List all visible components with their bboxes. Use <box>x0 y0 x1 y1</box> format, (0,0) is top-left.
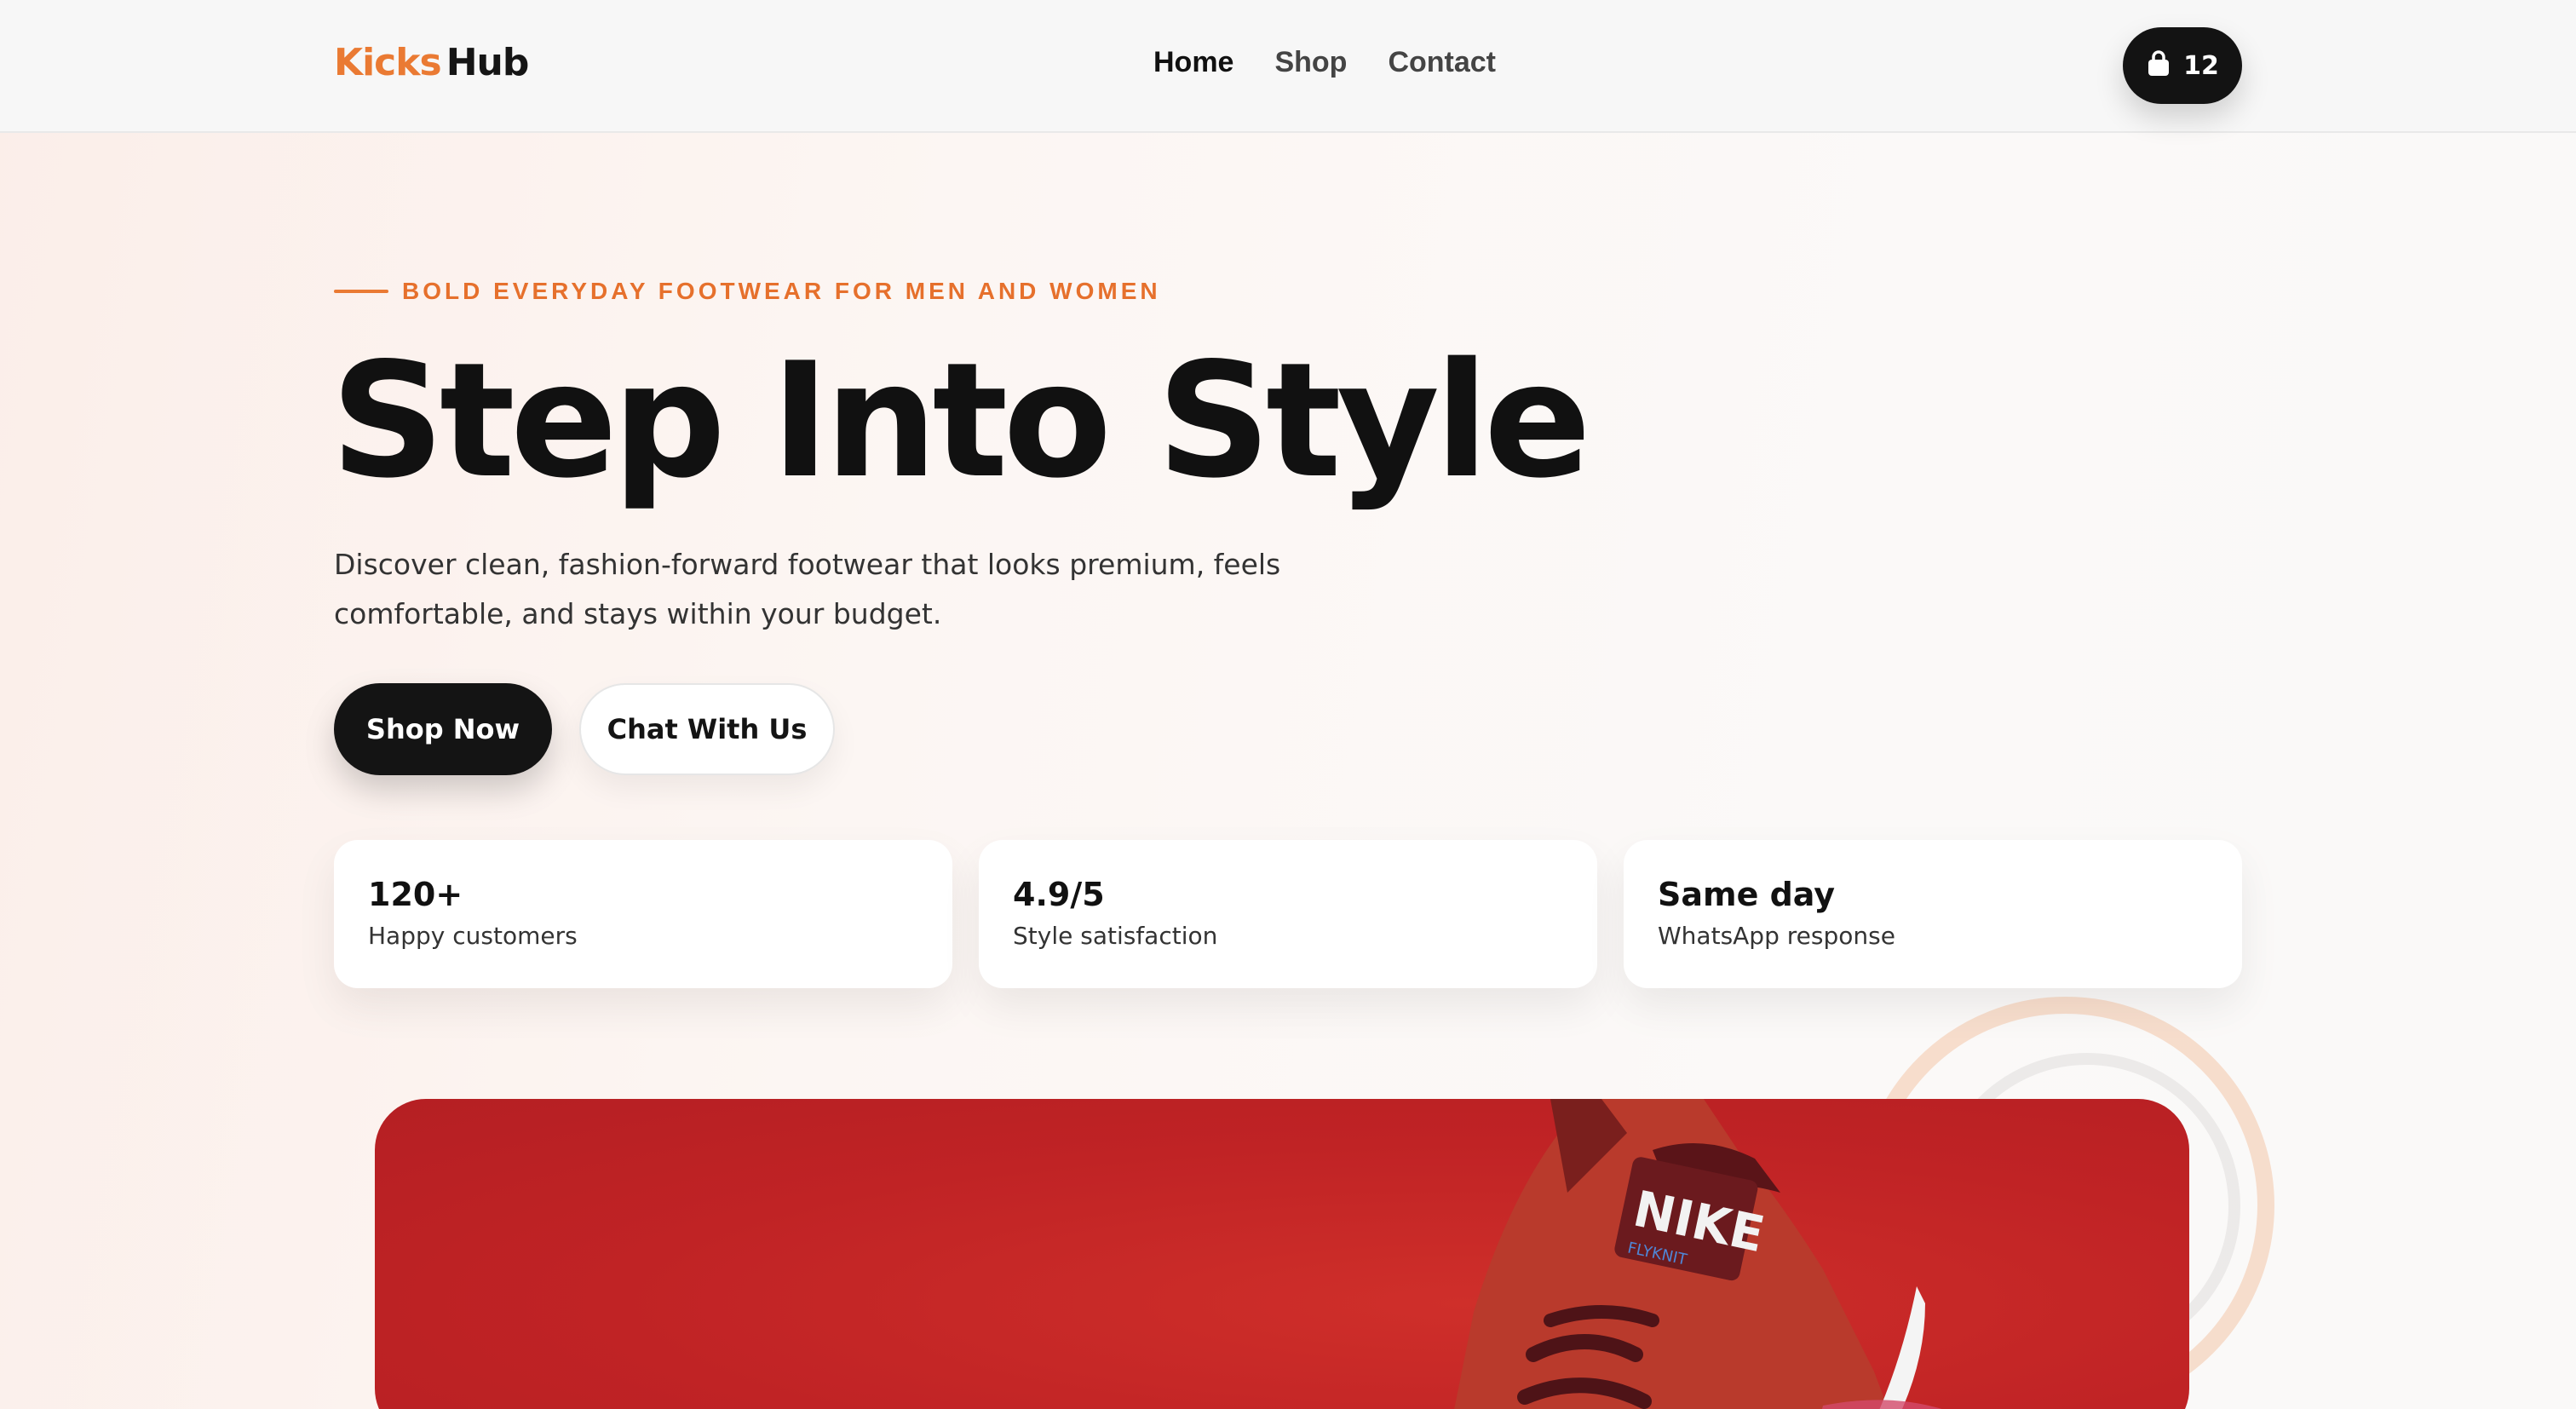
hero-description: Discover clean, fashion-forward footwear… <box>334 548 1281 630</box>
brand-logo[interactable]: Kicks Hub <box>334 41 530 84</box>
site-header: Kicks Hub Home Shop Contact 12 <box>0 0 2576 133</box>
hero-eyebrow: BOLD EVERYDAY FOOTWEAR FOR MEN AND WOMEN <box>334 278 1161 305</box>
main-nav: Home Shop Contact <box>1153 46 1496 79</box>
stat-label: Happy customers <box>368 922 578 950</box>
stat-label: Style satisfaction <box>1013 922 1218 950</box>
chat-with-us-button[interactable]: Chat With Us <box>579 683 835 775</box>
product-hero-image: NIKE FLYKNIT <box>375 1099 2189 1409</box>
nav-home-link[interactable]: Home <box>1153 46 1233 79</box>
stat-card-satisfaction: 4.9/5 Style satisfaction <box>979 840 1597 988</box>
stat-value: 4.9/5 <box>1013 876 1105 913</box>
stat-card-customers: 120+ Happy customers <box>334 840 952 988</box>
cart-button[interactable]: 12 <box>2123 27 2242 104</box>
shopping-bag-icon <box>2146 49 2171 82</box>
brand-logo-part2: Hub <box>446 41 530 84</box>
stat-value: 120+ <box>368 876 463 913</box>
stat-label: WhatsApp response <box>1658 922 1895 950</box>
page: Kicks Hub Home Shop Contact 12 BOLD EVERY… <box>0 0 2576 1409</box>
eyebrow-line <box>334 290 388 293</box>
hero-eyebrow-text: BOLD EVERYDAY FOOTWEAR FOR MEN AND WOMEN <box>402 278 1161 304</box>
hero-title: Step Into Style <box>331 328 1591 513</box>
nav-shop-link[interactable]: Shop <box>1274 46 1347 79</box>
shop-now-button[interactable]: Shop Now <box>334 683 552 775</box>
brand-logo-part1: Kicks <box>334 41 442 84</box>
cart-count: 12 <box>2183 50 2219 81</box>
stat-card-response: Same day WhatsApp response <box>1624 840 2242 988</box>
stat-value: Same day <box>1658 876 1836 913</box>
sneaker-illustration: NIKE FLYKNIT <box>1454 1099 1942 1409</box>
nav-contact-link[interactable]: Contact <box>1388 46 1496 79</box>
